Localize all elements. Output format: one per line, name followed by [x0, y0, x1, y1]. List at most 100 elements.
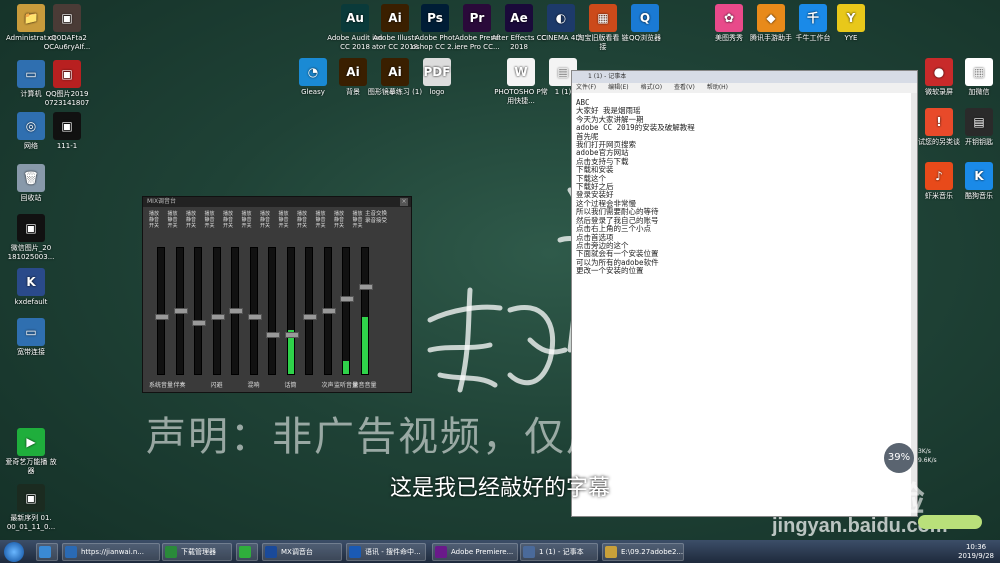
- notepad-menubar: 文件(F) 编辑(E) 格式(O) 查看(V) 帮助(H): [572, 83, 917, 93]
- fader-knob[interactable]: [358, 284, 373, 290]
- level-meter: [229, 247, 243, 375]
- level-meter: [173, 247, 188, 375]
- channel-name: 伴奏: [173, 382, 186, 389]
- app-icon: [239, 546, 251, 558]
- taskbar-button[interactable]: 1 (1) - 记事本: [520, 543, 598, 561]
- text-line: 下载这个: [576, 173, 606, 183]
- text-line: 点击右上角的三个小点: [576, 224, 651, 234]
- level-fill: [343, 361, 349, 374]
- app-icon: PDF: [423, 58, 451, 86]
- toggle-label[interactable]: 主音交换: [365, 211, 409, 218]
- desktop-icon[interactable]: ▶ 爱奇艺万能播 放器: [2, 428, 60, 476]
- level-meter: [247, 247, 262, 375]
- desktop-icon[interactable]: ▣ 微信图片_20 181025003...: [2, 214, 60, 262]
- start-button[interactable]: [4, 542, 24, 562]
- taskbar-button[interactable]: [236, 543, 258, 561]
- notepad-titlebar[interactable]: 1 (1) - 记事本: [572, 71, 917, 83]
- desktop-icon[interactable]: K 酷狗音乐: [950, 162, 1000, 201]
- level-meter: [303, 247, 317, 375]
- mixer-channel[interactable]: 播放 静音 开关 录音音量: [352, 211, 376, 389]
- level-meter: [358, 247, 373, 375]
- mixer-window[interactable]: MIX调音台 × 播放 静音 开关 系统音量 播放 静音 开关 伴奏 播放 静音 开关 播放 静音 开关闪…: [142, 196, 412, 393]
- desktop-icon-label: 微信图片_20 181025003...: [7, 244, 55, 261]
- taskbar-button-label: 1 (1) - 记事本: [539, 548, 584, 556]
- app-icon: Ps: [421, 4, 449, 32]
- system-clock[interactable]: 10:36 2019/9/28: [958, 543, 994, 561]
- level-meter: [340, 247, 354, 375]
- desktop-icon-label: 回收站: [20, 194, 42, 202]
- mixer-title: MIX调音台: [147, 198, 177, 205]
- app-icon: Ai: [339, 58, 367, 86]
- desktop-icon-label: 酷狗音乐: [965, 192, 993, 200]
- app-icon: ◔: [299, 58, 327, 86]
- taskbar: https://jianwai.n... 下载管理器 MX调音台 语讯 - 搜件命中.…: [0, 540, 1000, 563]
- desktop-icon-label: 开钥钥匙: [965, 138, 993, 146]
- desktop-icon[interactable]: ▣ xQ0DAFta2 OCAu6ryAIf...: [38, 4, 96, 52]
- taskbar-button[interactable]: 下载管理器: [162, 543, 232, 561]
- channel-name: 话筒: [284, 382, 297, 389]
- channel-name: 录音音量: [352, 382, 377, 389]
- upload-speed: 3K/s: [918, 448, 931, 455]
- app-icon: Ai: [381, 4, 409, 32]
- text-line: 更改一个安装的位置: [576, 266, 644, 276]
- app-icon: K: [965, 162, 993, 190]
- desktop-icon[interactable]: PDF logo: [408, 58, 466, 97]
- taskbar-button[interactable]: 语讯 - 搜件命中...: [346, 543, 426, 561]
- channel-name: 闪避: [210, 382, 223, 389]
- app-icon: Ae: [505, 4, 533, 32]
- close-icon[interactable]: ×: [400, 198, 408, 206]
- desktop-icon-label: YYE: [844, 34, 858, 42]
- taskbar-button-label: 下载管理器: [181, 548, 216, 556]
- mixer-right-toggles[interactable]: 主音交换 录音接受: [365, 211, 409, 225]
- desktop-icon[interactable]: ▣ QQ图片2019 0723141807: [38, 60, 96, 108]
- taskbar-button[interactable]: E:\09.27adobe2...: [602, 543, 684, 561]
- level-meter: [321, 247, 336, 375]
- app-icon: ▣: [53, 60, 81, 88]
- text-line: 下载好之后: [576, 182, 614, 192]
- floating-green-widget[interactable]: [918, 515, 982, 529]
- baidu-logo: Baidu经验: [762, 481, 925, 519]
- app-icon: K: [17, 268, 45, 296]
- desktop-icon[interactable]: ▭ 宽带连接: [2, 318, 60, 357]
- taskbar-button[interactable]: [36, 543, 58, 561]
- app-icon: 🗑: [17, 164, 45, 192]
- desktop-icon[interactable]: Q QQ浏览器: [616, 4, 674, 43]
- text-line: 点击支持与下载: [576, 156, 629, 166]
- desktop-icon-label: 最新序列 01. 00_01_11_0...: [6, 514, 56, 531]
- network-speed-detail: 3K/s 9.6K/s: [918, 447, 937, 465]
- level-meter: [210, 247, 225, 375]
- taskbar-button-label: E:\09.27adobe2...: [621, 548, 684, 556]
- menu-help[interactable]: 帮助(H): [707, 83, 728, 93]
- menu-view[interactable]: 查看(V): [674, 83, 695, 93]
- menu-format[interactable]: 格式(O): [641, 83, 662, 93]
- app-icon: ▤: [965, 108, 993, 136]
- mixer-titlebar[interactable]: MIX调音台 ×: [143, 197, 411, 207]
- app-icon: Pr: [463, 4, 491, 32]
- app-icon: ▣: [53, 4, 81, 32]
- toggle-label[interactable]: 录音接受: [365, 218, 409, 225]
- taskbar-button-label: 语讯 - 搜件命中...: [365, 548, 421, 556]
- taskbar-button[interactable]: Adobe Premiere...: [432, 543, 518, 561]
- app-icon: [523, 546, 535, 558]
- download-speed: 9.6K/s: [918, 457, 937, 464]
- app-icon: ▶: [17, 428, 45, 456]
- menu-file[interactable]: 文件(F): [576, 83, 596, 93]
- taskbar-button[interactable]: MX调音台: [262, 543, 342, 561]
- desktop-icon[interactable]: ▣ 111-1: [38, 112, 96, 151]
- app-icon: [65, 546, 77, 558]
- app-icon: ✿: [715, 4, 743, 32]
- network-speed-widget[interactable]: 39%: [884, 443, 914, 473]
- app-icon: ▦: [965, 58, 993, 86]
- desktop-icon[interactable]: 🗑 回收站: [2, 164, 60, 203]
- desktop-icon[interactable]: Kkxdefault: [2, 268, 60, 307]
- desktop-icon[interactable]: Y YYE: [822, 4, 880, 43]
- notepad-text-area[interactable]: ABC 大家好 我是烟雨瑶 今天为大家讲解一期 adobe CC 2019的安装及破解…: [572, 93, 917, 282]
- desktop-icon[interactable]: ▦ 加微信: [950, 58, 1000, 97]
- desktop-icon[interactable]: ▤ 开钥钥匙: [950, 108, 1000, 147]
- menu-edit[interactable]: 编辑(E): [608, 83, 628, 93]
- taskbar-button[interactable]: https://jianwai.n...: [62, 543, 160, 561]
- app-icon: ♪: [925, 162, 953, 190]
- app-icon: ▣: [53, 112, 81, 140]
- level-meter: [192, 247, 206, 375]
- disclaimer-watermark: 声明：非广告视频，仅用于经验交流: [146, 414, 818, 460]
